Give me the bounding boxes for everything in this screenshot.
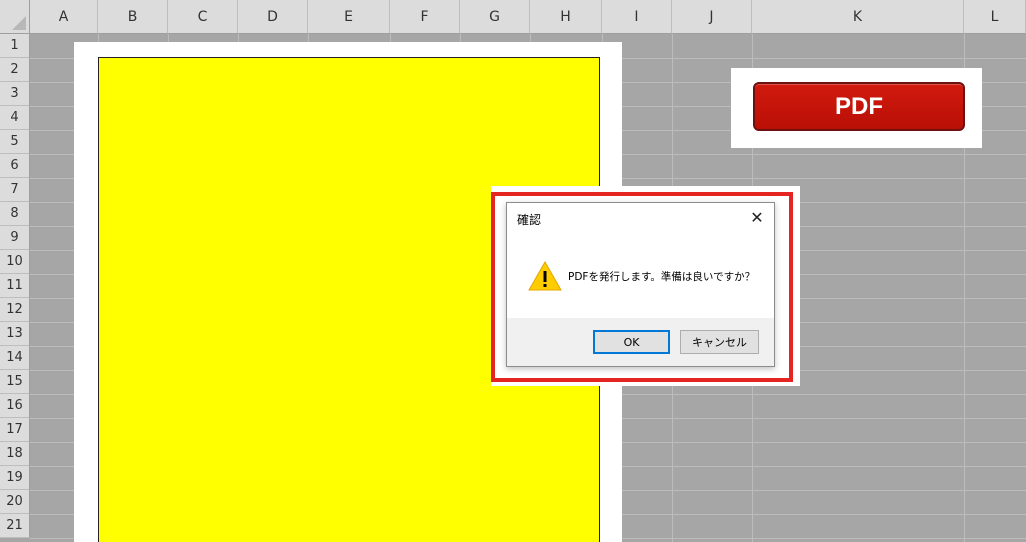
row-header-7[interactable]: 7	[0, 178, 30, 202]
row-header-21[interactable]: 21	[0, 514, 30, 538]
row-header-12[interactable]: 12	[0, 298, 30, 322]
row-header-14[interactable]: 14	[0, 346, 30, 370]
column-header-g[interactable]: G	[460, 0, 530, 34]
row-header-2[interactable]: 2	[0, 58, 30, 82]
column-header-e[interactable]: E	[308, 0, 390, 34]
row-header-1[interactable]: 1	[0, 34, 30, 58]
column-header-l[interactable]: L	[964, 0, 1026, 34]
row-header-17[interactable]: 17	[0, 418, 30, 442]
row-header-9[interactable]: 9	[0, 226, 30, 250]
column-header-j[interactable]: J	[672, 0, 752, 34]
row-header-11[interactable]: 11	[0, 274, 30, 298]
column-header-f[interactable]: F	[390, 0, 460, 34]
column-header-b[interactable]: B	[98, 0, 168, 34]
red-highlight-frame	[491, 192, 793, 382]
row-header-5[interactable]: 5	[0, 130, 30, 154]
column-header-i[interactable]: I	[602, 0, 672, 34]
row-header-18[interactable]: 18	[0, 442, 30, 466]
row-header-8[interactable]: 8	[0, 202, 30, 226]
row-header-13[interactable]: 13	[0, 322, 30, 346]
row-header-19[interactable]: 19	[0, 466, 30, 490]
row-header-15[interactable]: 15	[0, 370, 30, 394]
column-header-c[interactable]: C	[168, 0, 238, 34]
select-all-corner[interactable]	[0, 0, 30, 34]
pdf-button[interactable]: PDF	[753, 82, 965, 131]
spreadsheet: A B C D E F G H I J K L 1 2 3 4 5 6 7 8 …	[0, 0, 1026, 542]
row-header-4[interactable]: 4	[0, 106, 30, 130]
row-header-3[interactable]: 3	[0, 82, 30, 106]
row-header-6[interactable]: 6	[0, 154, 30, 178]
column-header-a[interactable]: A	[30, 0, 98, 34]
column-header-h[interactable]: H	[530, 0, 602, 34]
row-header-10[interactable]: 10	[0, 250, 30, 274]
column-header-k[interactable]: K	[752, 0, 964, 34]
row-header-16[interactable]: 16	[0, 394, 30, 418]
row-header-20[interactable]: 20	[0, 490, 30, 514]
column-header-d[interactable]: D	[238, 0, 308, 34]
